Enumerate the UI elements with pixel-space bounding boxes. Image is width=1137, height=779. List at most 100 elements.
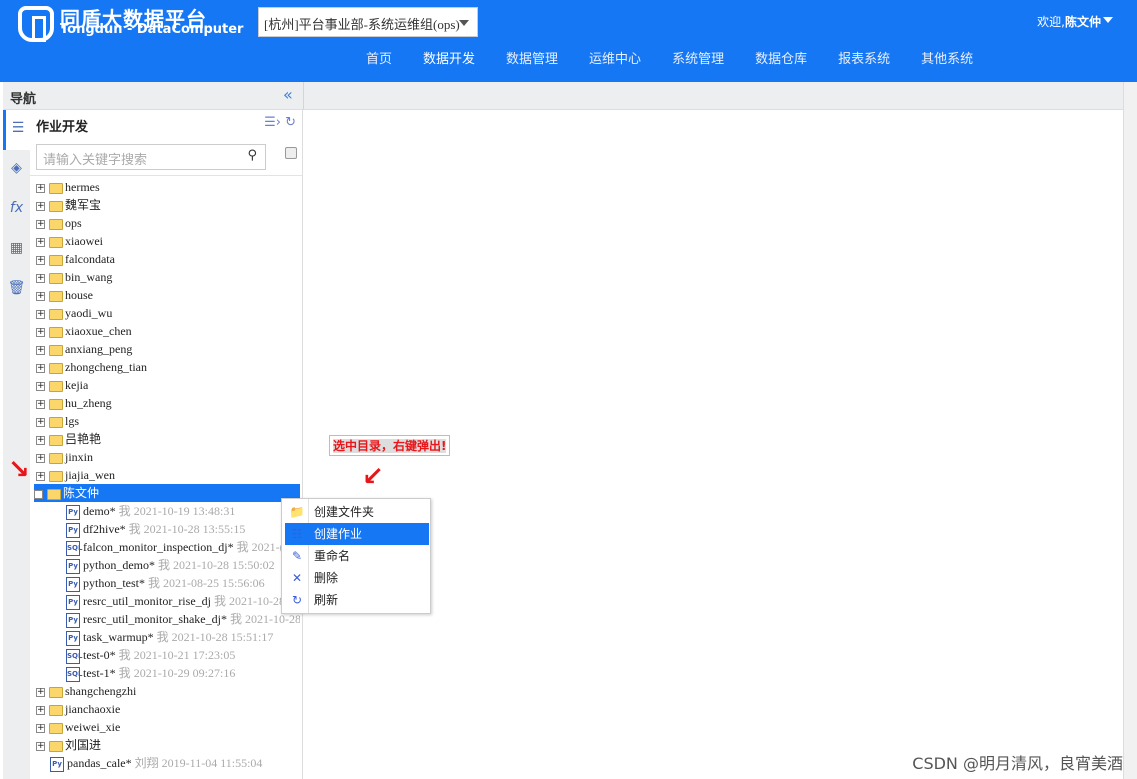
expand-icon[interactable]: +	[36, 363, 45, 373]
nav-item[interactable]: 报表系统	[838, 48, 890, 67]
tree-folder[interactable]: + anxiang_peng	[36, 340, 300, 358]
tree-folder[interactable]: + 魏军宝	[36, 196, 300, 214]
tree-folder[interactable]: + hermes	[36, 178, 300, 196]
tree-folder[interactable]: + house	[36, 286, 300, 304]
sql-file-icon: SQL	[66, 540, 82, 556]
file-time: 2021-10-28 15:50:02	[173, 558, 275, 572]
file-owner: 我	[118, 648, 131, 662]
nav-item[interactable]: 首页	[366, 48, 392, 67]
layers-icon[interactable]: ◈	[3, 150, 30, 190]
tree-folder[interactable]: + 刘国进	[36, 736, 300, 754]
nav-item[interactable]: 其他系统	[921, 48, 973, 67]
tree-file[interactable]: Py resrc_util_monitor_shake_dj* 我 2021-10…	[66, 610, 300, 628]
expand-icon[interactable]: +	[36, 237, 45, 247]
tree-folder[interactable]: + xiaoxue_chen	[36, 322, 300, 340]
collapse-icon[interactable]: −	[34, 489, 43, 499]
expand-icon[interactable]: +	[36, 201, 45, 211]
expand-icon[interactable]: +	[36, 381, 45, 391]
tree-file[interactable]: Py demo* 我 2021-10-19 13:48:31	[66, 502, 300, 520]
tree-folder[interactable]: + shangchengzhi	[36, 682, 300, 700]
nav-item[interactable]: 数据开发	[423, 48, 475, 67]
expand-icon[interactable]: +	[36, 723, 45, 733]
tree-file[interactable]: Py python_demo* 我 2021-10-28 15:50:02	[66, 556, 300, 574]
python-file-icon: Py	[66, 558, 80, 574]
expand-icon[interactable]: +	[36, 273, 45, 283]
collapse-icon[interactable]: «	[283, 85, 293, 104]
nav-item[interactable]: 运维中心	[589, 48, 641, 67]
trash-icon[interactable]: 🗑	[3, 270, 30, 310]
tree-file[interactable]: Py pandas_cale* 刘翔 2019-11-04 11:55:04	[50, 754, 300, 772]
tree-folder[interactable]: + yaodi_wu	[36, 304, 300, 322]
search-input[interactable]: 请输入关键字搜索 ⚲	[36, 144, 266, 170]
tree-folder[interactable]: + zhongcheng_tian	[36, 358, 300, 376]
expand-icon[interactable]: +	[36, 687, 45, 697]
refresh-icon[interactable]: ↻	[285, 115, 296, 130]
expand-icon[interactable]: +	[36, 309, 45, 319]
file-owner: 我	[118, 504, 131, 518]
tree-folder[interactable]: + kejia	[36, 376, 300, 394]
user-name: 陈文仲	[1064, 15, 1101, 29]
tree-file[interactable]: Py python_test* 我 2021-08-25 15:56:06	[66, 574, 300, 592]
tree-folder[interactable]: + jianchaoxie	[36, 700, 300, 718]
tree-folder[interactable]: + xiaowei	[36, 232, 300, 250]
tree-file[interactable]: Py task_warmup* 我 2021-10-28 15:51:17	[66, 628, 300, 646]
expand-icon[interactable]: +	[36, 453, 45, 463]
context-menu-item[interactable]: ✎ 重命名	[285, 545, 429, 567]
tree-folder[interactable]: + 吕艳艳	[36, 430, 300, 448]
nav-item[interactable]: 数据管理	[506, 48, 558, 67]
job-list-icon[interactable]: ☰	[3, 110, 30, 150]
tree-folder[interactable]: + jiajia_wen	[36, 466, 300, 484]
file-owner: 刘翔	[134, 756, 159, 770]
tree-file[interactable]: Py resrc_util_monitor_rise_dj 我 2021-10-2…	[66, 592, 300, 610]
nav-item[interactable]: 系统管理	[672, 48, 724, 67]
tree-folder[interactable]: + falcondata	[36, 250, 300, 268]
tree-folder[interactable]: − 陈文仲	[34, 484, 300, 502]
table-icon[interactable]: ▦	[3, 230, 30, 270]
python-file-icon: Py	[66, 594, 80, 610]
sql-file-icon: SQL	[66, 648, 82, 664]
tree-file[interactable]: SQLfalcon_monitor_inspection_dj* 我 2021-…	[66, 538, 300, 556]
expand-icon[interactable]: +	[36, 255, 45, 265]
expand-icon[interactable]: +	[36, 399, 45, 409]
nav-title: 导航	[10, 92, 37, 107]
nav-item[interactable]: 数据仓库	[755, 48, 807, 67]
file-name: python_demo*	[83, 558, 155, 572]
context-menu-item[interactable]: ☷ 创建作业	[285, 523, 429, 545]
tree-file[interactable]: Py df2hive* 我 2021-10-28 13:55:15	[66, 520, 300, 538]
function-icon[interactable]: fx	[3, 190, 30, 230]
context-menu-item[interactable]: ✕ 删除	[285, 567, 429, 589]
scrollbar[interactable]	[1123, 82, 1137, 779]
file-owner: 我	[158, 558, 171, 572]
folder-name: hu_zheng	[65, 396, 112, 410]
expand-icon[interactable]: +	[36, 345, 45, 355]
search-icon[interactable]: ⚲	[247, 148, 257, 163]
expand-icon[interactable]: +	[36, 183, 45, 193]
context-menu-item[interactable]: 📁 创建文件夹	[285, 501, 429, 523]
context-menu: 📁 创建文件夹 ☷ 创建作业 ✎ 重命名 ✕ 删除 ↻ 刷新	[281, 498, 431, 614]
tree-file[interactable]: SQLtest-1* 我 2021-10-29 09:27:16	[66, 664, 300, 682]
context-menu-item[interactable]: ↻ 刷新	[285, 589, 429, 611]
tree-folder[interactable]: + lgs	[36, 412, 300, 430]
chevron-down-icon[interactable]	[1103, 17, 1113, 28]
org-select[interactable]: [杭州]平台事业部-系统运维组(ops)	[258, 7, 478, 37]
user-menu[interactable]: 欢迎,陈文仲	[1037, 13, 1101, 30]
expand-icon[interactable]: +	[36, 219, 45, 229]
file-name: test-0*	[83, 648, 116, 662]
expand-icon[interactable]: +	[36, 435, 45, 445]
expand-icon[interactable]: +	[36, 471, 45, 481]
folder-icon	[49, 452, 63, 464]
tree-folder[interactable]: + jinxin	[36, 448, 300, 466]
expand-icon[interactable]: +	[36, 417, 45, 427]
tree-folder[interactable]: + bin_wang	[36, 268, 300, 286]
file-owner: 我	[236, 540, 249, 554]
tree-file[interactable]: SQLtest-0* 我 2021-10-21 17:23:05	[66, 646, 300, 664]
tree-folder[interactable]: + hu_zheng	[36, 394, 300, 412]
expand-icon[interactable]: +	[36, 291, 45, 301]
expand-icon[interactable]: +	[36, 327, 45, 337]
expand-icon[interactable]: +	[36, 741, 45, 751]
tree-folder[interactable]: + weiwei_xie	[36, 718, 300, 736]
collapse-all-icon[interactable]: ☰›	[264, 115, 281, 130]
tree-folder[interactable]: + ops	[36, 214, 300, 232]
expand-icon[interactable]: +	[36, 705, 45, 715]
select-checkbox[interactable]	[285, 147, 297, 159]
